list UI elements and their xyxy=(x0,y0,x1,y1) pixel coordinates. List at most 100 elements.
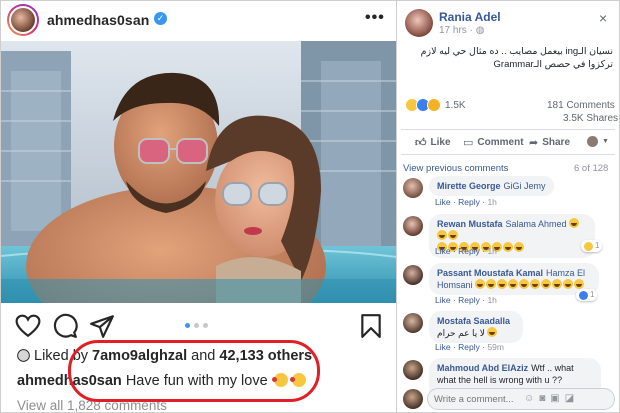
share-icon[interactable] xyxy=(89,313,115,339)
chevron-down-icon: ▼ xyxy=(602,138,609,145)
comment-button[interactable]: ▭ Comment xyxy=(463,136,524,149)
comment-time: 1h xyxy=(487,246,497,256)
fb-action-bar: 👍︎ Like ▭ Comment ➦ Share ▼ xyxy=(401,129,615,155)
close-icon[interactable]: × xyxy=(599,10,607,26)
comment-like-link[interactable]: Like xyxy=(435,246,451,256)
comment-icon[interactable] xyxy=(52,313,78,339)
fb-post-time[interactable]: 17 hrs · ◍ xyxy=(439,25,484,36)
ig-avatar[interactable] xyxy=(7,4,39,36)
view-previous-comments-link[interactable]: View previous comments xyxy=(403,163,508,174)
comment-time: 1h xyxy=(487,295,497,305)
like-button[interactable]: 👍︎ Like xyxy=(415,136,451,149)
comment-time: 1h xyxy=(487,197,497,207)
fb-reaction-summary[interactable]: 1.5K xyxy=(405,98,466,112)
comment-like-link[interactable]: Like xyxy=(435,197,451,207)
carousel-dot xyxy=(185,323,190,328)
comments-count[interactable]: 181 Comments xyxy=(547,100,615,111)
comment-meta: Like · Reply · 1h xyxy=(435,295,497,305)
fb-author-avatar[interactable] xyxy=(405,9,433,37)
comment-meta: Like · Reply · 1h xyxy=(435,246,497,256)
ig-post-photo[interactable] xyxy=(1,41,396,303)
verified-badge-icon: ✓ xyxy=(154,12,167,25)
comment-reply-link[interactable]: Reply xyxy=(458,295,480,305)
comment-item: Passant Moustafa Kamal Hamza El Homsani L… xyxy=(401,263,615,307)
comment-reply-link[interactable]: Reply xyxy=(458,342,480,352)
comment-meta: Like · Reply · 1h xyxy=(435,197,497,207)
comment-text: لا يا عم حرام xyxy=(437,328,485,338)
more-dots-icon[interactable]: ••• xyxy=(365,9,385,27)
carousel-dot xyxy=(194,323,199,328)
audience-selector[interactable]: ▼ xyxy=(587,136,609,147)
commenter-name[interactable]: Passant Moustafa Kamal xyxy=(437,268,543,278)
comment-item: Mahmoud Abd ElAziz Wtf .. what what the h… xyxy=(401,358,615,402)
share-arrow-icon: ➦ xyxy=(529,137,539,149)
thumbs-up-icon: 👍︎ xyxy=(415,137,427,149)
comment-bubble-icon: ▭ xyxy=(463,137,474,149)
gif-icon[interactable]: ▣ xyxy=(550,393,559,404)
bookmark-icon[interactable] xyxy=(358,313,384,339)
ig-post-header: ahmedhas0san ✓ ••• xyxy=(1,1,396,39)
mini-avatar-icon xyxy=(587,136,598,147)
instagram-post: ahmedhas0san ✓ ••• Liked by 7amo9alghzal… xyxy=(0,0,396,413)
comment-bubble: Mirette George GiGi Jemy xyxy=(429,176,554,196)
commenter-avatar[interactable] xyxy=(403,178,423,198)
likes-avatar-icon xyxy=(17,349,30,362)
commenter-name[interactable]: Mostafa Saadalla xyxy=(437,316,510,326)
comment-time: 59m xyxy=(487,342,504,352)
comment-text: GiGi Jemy xyxy=(503,181,546,191)
carousel-indicator xyxy=(185,323,208,328)
comment-reaction-badge[interactable]: 1 xyxy=(581,240,603,252)
comments-pagination: 6 of 128 xyxy=(574,163,609,174)
commenter-avatar[interactable] xyxy=(403,313,423,333)
comment-input-box[interactable]: ☺ ◙ ▣ ◪ xyxy=(427,388,615,410)
likes-and: and xyxy=(191,348,216,364)
caption-text: Have fun with my love xyxy=(125,373,268,389)
laughing-emoji-row xyxy=(475,279,585,290)
comment-like-link[interactable]: Like xyxy=(435,295,451,305)
comment-input[interactable] xyxy=(434,392,524,406)
likes-user[interactable]: 7amo9alghzal xyxy=(92,348,187,364)
fb-post-text: نسيان الـing بيعمل مصايب .. ده مثال حي ل… xyxy=(420,46,613,70)
comment-item: Mirette George GiGi Jemy Like · Reply · 1… xyxy=(401,176,615,208)
smiling-hearts-emoji-icon xyxy=(271,373,288,387)
camera-icon[interactable]: ◙ xyxy=(539,393,545,404)
sad-reaction-icon xyxy=(427,98,441,112)
comment-composer: ☺ ◙ ▣ ◪ xyxy=(401,387,617,411)
commenter-name[interactable]: Mahmoud Abd ElAziz xyxy=(437,363,528,373)
emoji-icon[interactable]: ☺ xyxy=(524,393,534,404)
composer-tools: ☺ ◙ ▣ ◪ xyxy=(524,393,574,404)
commenter-name[interactable]: Mirette George xyxy=(437,181,501,191)
shares-count[interactable]: 3.5K Shares xyxy=(563,113,618,124)
comment-reaction-badge[interactable]: 1 xyxy=(576,289,598,301)
heart-icon[interactable] xyxy=(15,313,41,339)
comment-like-link[interactable]: Like xyxy=(435,342,451,352)
view-all-comments-link[interactable]: View all 1,828 comments xyxy=(17,398,167,412)
caption-username[interactable]: ahmedhas0san xyxy=(17,373,122,389)
likes-others[interactable]: 42,133 others xyxy=(219,348,312,364)
comment-item: Mostafa Saadalla لا يا عم حرام Like · Re… xyxy=(401,311,615,355)
commenter-name[interactable]: Rewan Mustafa xyxy=(437,219,503,229)
smiling-hearts-emoji-icon xyxy=(289,373,306,387)
comment-meta: Like · Reply · 59m xyxy=(435,342,504,352)
globe-icon: ◍ xyxy=(475,25,485,36)
comment-item: Rewan Mustafa Salama Ahmed Like · Reply ·… xyxy=(401,214,615,258)
comment-bubble: Mostafa Saadalla لا يا عم حرام xyxy=(429,311,523,343)
fb-author-name[interactable]: Rania Adel xyxy=(439,10,501,24)
ig-caption: ahmedhas0san Have fun with my love xyxy=(17,373,306,389)
ig-username[interactable]: ahmedhas0san xyxy=(47,12,149,28)
comment-reply-link[interactable]: Reply xyxy=(458,197,480,207)
laughing-emoji-icon xyxy=(487,327,498,337)
commenter-avatar[interactable] xyxy=(403,265,423,285)
commenter-avatar[interactable] xyxy=(403,360,423,380)
sticker-icon[interactable]: ◪ xyxy=(565,393,574,404)
comment-bubble: Passant Moustafa Kamal Hamza El Homsani xyxy=(429,263,599,295)
share-button[interactable]: ➦ Share xyxy=(529,136,570,149)
comment-text: Salama Ahmed xyxy=(505,219,567,229)
comment-reply-link[interactable]: Reply xyxy=(458,246,480,256)
commenter-avatar[interactable] xyxy=(403,216,423,236)
likes-prefix: Liked by xyxy=(34,348,89,364)
like-reaction-icon xyxy=(579,290,588,300)
reactions-count: 1.5K xyxy=(445,99,466,111)
ig-likes-line: Liked by 7amo9alghzal and 42,133 others xyxy=(17,348,312,364)
ig-action-bar xyxy=(1,313,396,343)
